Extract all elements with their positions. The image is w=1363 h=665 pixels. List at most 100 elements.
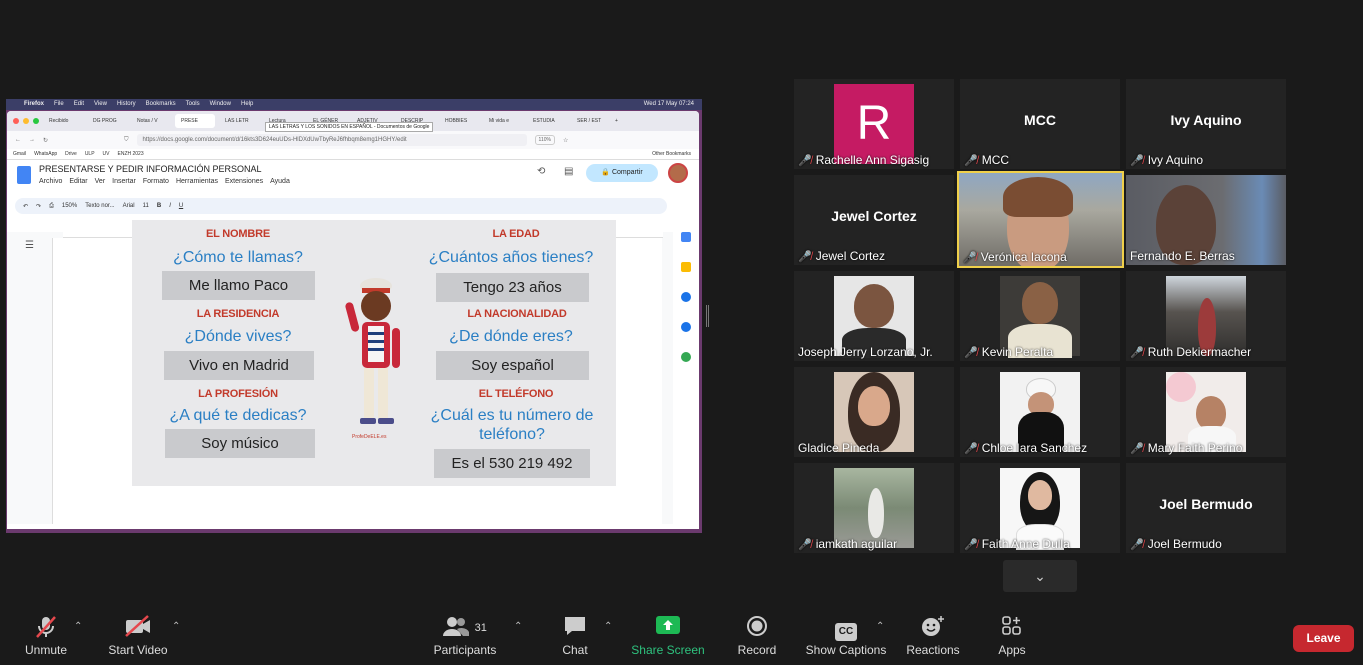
info-heading: LA PROFESIÓN [198,388,278,400]
outline-icon: ☰ [25,240,34,251]
video-tile[interactable]: 🎤̸ Kevin Peralta [960,271,1120,361]
share-screen-button[interactable]: Share Screen [630,615,706,657]
menu-firefox: Firefox [24,101,45,107]
video-tile[interactable]: 🎤̸ Ruth Dekiermacher [1126,271,1286,361]
video-tile[interactable]: Gladice Pineda [794,367,954,457]
participant-name: 🎤̸ iamkath aguilar [798,537,898,551]
menu-window: Window [209,101,231,107]
participant-name: 🎤̸ Verónica Iacona [963,250,1067,264]
start-video-button[interactable]: Start Video [104,615,172,657]
video-tile-active-speaker[interactable]: 🎤̸ Verónica Iacona [957,171,1124,268]
info-heading: EL NOMBRE [205,228,270,240]
video-tile[interactable]: 🎤̸ Mary Faith Perino [1126,367,1286,457]
resize-handle[interactable] [706,305,709,327]
bookmark-item: Gmail [13,151,27,157]
participant-name: 🎤̸ Chloe Iara Sanchez [964,441,1088,455]
participant-name: 🎤̸ Kevin Peralta [964,345,1054,359]
chat-options-caret[interactable]: ⌃ [604,621,612,632]
browser-tab: SER / EST [577,118,602,124]
video-tile[interactable]: R 🎤̸ Rachelle Ann Sigasig [794,79,954,169]
mic-muted-icon: 🎤̸ [963,251,977,264]
comment-icon: ▤ [564,166,574,177]
mic-muted-icon: 🎤̸ [964,538,978,551]
maximize-window-icon [33,118,39,124]
captions-options-caret[interactable]: ⌃ [876,621,884,632]
docs-menu-item: Herramientas [175,178,218,185]
undo-icon: ↶ [23,203,29,210]
info-heading: LA NACIONALIDAD [467,308,567,320]
info-answer: Vivo en Madrid [164,351,314,380]
mic-muted-icon: 🎤̸ [798,154,812,167]
video-tile[interactable]: MCC 🎤̸ MCC [960,79,1120,169]
record-icon [735,615,779,641]
participant-name: Joseph Jerry Lorzano, Jr. [798,345,933,359]
docs-header: PRESENTARSE Y PEDIR INFORMACIÓN PERSONAL… [7,160,699,198]
docs-menu-item: Ayuda [270,178,290,185]
participant-display-name: Jewel Cortez [831,208,917,224]
menu-tools: Tools [185,101,200,107]
info-answer: Soy español [436,351,589,380]
gallery-next-page-button[interactable]: ⌄ [1003,560,1077,592]
video-tile[interactable]: Joel Bermudo 🎤̸ Joel Bermudo [1126,463,1286,553]
info-question: ¿Dónde vives? [184,328,292,345]
info-answer: Es el 530 219 492 [434,449,590,478]
participant-photo [1000,276,1080,358]
apps-button[interactable]: Apps [994,615,1030,657]
participant-name: 🎤̸ Joel Bermudo [1130,537,1222,551]
docs-menu-item: Extensiones [224,178,264,185]
reload-icon: ↻ [43,137,49,144]
video-tile[interactable]: Ivy Aquino 🎤̸ Ivy Aquino [1126,79,1286,169]
browser-tab: Mi vida e [489,118,510,124]
video-tile[interactable]: 🎤̸ Chloe Iara Sanchez [960,367,1120,457]
print-icon: ⎙ [49,202,54,209]
chat-button[interactable]: Chat [555,615,595,657]
participant-display-name: Ivy Aquino [1170,112,1242,128]
close-window-icon [13,118,19,124]
docs-zoom: 150% [61,203,78,209]
underline-icon: U [178,203,184,209]
record-button[interactable]: Record [735,615,779,657]
reactions-button[interactable]: Reactions [904,615,962,657]
bookmark-item: Drive [65,151,77,157]
shield-icon: ⛉ [124,136,129,143]
bold-icon: B [156,203,162,209]
bookmarks-bar: Gmail WhatsApp Drive ULP UV ENZH 2023 Ot… [7,149,699,160]
participant-photo [834,468,914,548]
info-heading: LA EDAD [492,228,540,240]
avatar [668,163,688,183]
participant-name: 🎤̸ Ruth Dekiermacher [1130,345,1252,359]
video-tile[interactable]: 🎤̸ iamkath aguilar [794,463,954,553]
participant-name: 🎤̸ Faith Anne Dulla [964,537,1070,551]
info-question: ¿Cuántos años tienes? [428,249,594,266]
video-options-caret[interactable]: ⌃ [172,621,180,632]
docs-menu-item: Editar [69,178,88,185]
docs-style: Texto nor... [85,203,115,209]
participants-button[interactable]: 31 Participants [430,615,500,657]
tab-tooltip: LAS LETRAS Y LOS SONIDOS EN ESPAÑOL - Do… [265,122,434,132]
video-tile[interactable]: Fernando E. Berras [1126,175,1286,265]
video-tile[interactable]: Joseph Jerry Lorzano, Jr. [794,271,954,361]
participant-name: 🎤̸ Mary Faith Perino [1130,441,1243,455]
mic-muted-icon: 🎤̸ [1130,442,1144,455]
meeting-toolbar: Unmute ⌃ Start Video ⌃ 31 Participants ⌃… [0,605,1363,665]
participant-name: 🎤̸ MCC [964,153,1010,167]
audio-options-caret[interactable]: ⌃ [74,621,82,632]
boy-illustration [345,278,400,424]
new-tab-icon: + [615,118,618,124]
unmute-button[interactable]: Unmute [18,615,74,657]
bookmark-item: UV [102,151,110,157]
zoom-level: 110% [534,135,555,145]
video-tile[interactable]: 🎤̸ Faith Anne Dulla [960,463,1120,553]
participant-photo [1000,468,1080,550]
video-tile[interactable]: Jewel Cortez 🎤̸ Jewel Cortez [794,175,954,265]
docs-menu-item: Ver [94,178,106,185]
docs-menu-item: Formato [142,178,169,185]
address-bar-row: ← → ↻ ⛉ https://docs.google.com/document… [7,131,699,149]
maps-icon [681,352,691,362]
chat-bubble-icon [555,615,595,641]
participant-display-name: Joel Bermudo [1159,496,1253,512]
google-docs-icon [17,166,31,184]
menu-history: History [116,101,136,107]
participants-options-caret[interactable]: ⌃ [514,621,522,632]
leave-button[interactable]: Leave [1293,625,1354,652]
